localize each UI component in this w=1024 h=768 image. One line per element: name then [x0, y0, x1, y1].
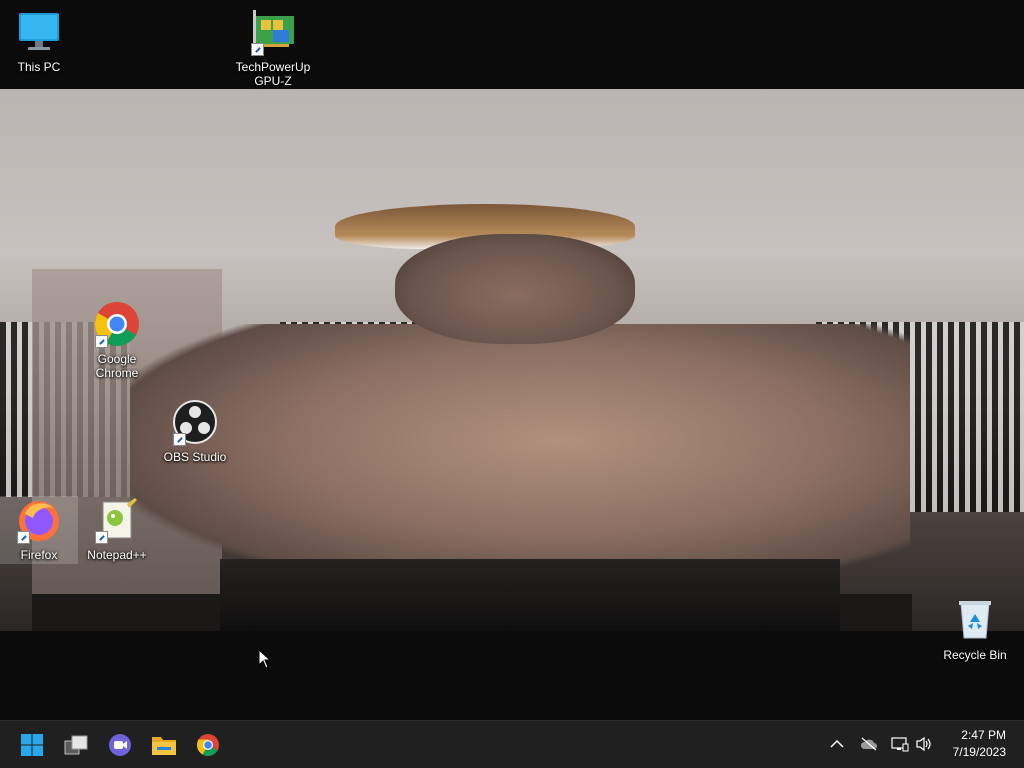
gpu-card-icon	[249, 8, 297, 56]
start-button[interactable]	[12, 725, 52, 765]
onedrive-tray-button[interactable]	[858, 733, 880, 755]
clock-date: 7/19/2023	[952, 745, 1006, 759]
icon-label-line2: Chrome	[95, 366, 139, 380]
icon-label: This PC	[17, 60, 61, 74]
windows-logo-icon	[21, 734, 43, 756]
icon-label-line2: GPU-Z	[254, 74, 292, 88]
icon-label-line1: Google	[97, 352, 137, 366]
taskbar: 2:47 PM 7/19/2023	[0, 720, 1024, 768]
chrome-icon	[93, 300, 141, 348]
notepadpp-icon	[93, 496, 141, 544]
wallpaper-figure	[130, 324, 910, 584]
icon-label: Recycle Bin	[943, 648, 1007, 662]
recycle-bin-icon	[951, 596, 999, 644]
desktop-icon-gpuz[interactable]: TechPowerUp GPU-Z	[234, 8, 312, 88]
speaker-icon	[916, 736, 931, 752]
teams-chat-icon	[109, 734, 131, 756]
desktop-icon-notepadpp[interactable]: Notepad++	[78, 496, 156, 562]
network-icon	[891, 737, 909, 752]
cloud-offline-icon	[860, 737, 877, 751]
shortcut-arrow-icon	[95, 335, 108, 348]
folder-icon	[152, 737, 176, 755]
desktop-icon-this-pc[interactable]: This PC	[0, 8, 78, 74]
icon-label: OBS Studio	[163, 450, 227, 464]
desktop-icon-recycle-bin[interactable]: Recycle Bin	[936, 596, 1014, 662]
chrome-taskbar-button[interactable]	[188, 725, 228, 765]
taskbar-clock[interactable]: 2:47 PM 7/19/2023	[953, 727, 1006, 761]
clock-time: 2:47 PM	[961, 728, 1006, 742]
task-view-icon	[64, 735, 88, 755]
desktop-icon-chrome[interactable]: Google Chrome	[78, 300, 156, 380]
icon-label: Firefox	[20, 548, 58, 562]
shortcut-arrow-icon	[173, 433, 186, 446]
network-tray-button[interactable]	[889, 733, 911, 755]
wallpaper-pants	[220, 559, 840, 631]
icon-label-line1: TechPowerUp	[235, 60, 311, 74]
show-hidden-icons-button[interactable]	[826, 733, 848, 755]
desktop-icon-firefox[interactable]: Firefox	[0, 496, 78, 564]
file-explorer-button[interactable]	[144, 725, 184, 765]
obs-icon	[171, 398, 219, 446]
volume-tray-button[interactable]	[913, 733, 935, 755]
monitor-icon	[15, 8, 63, 56]
mouse-cursor-icon	[258, 649, 272, 669]
chrome-icon	[197, 734, 219, 756]
icon-label: Notepad++	[87, 548, 147, 562]
firefox-icon	[15, 496, 63, 544]
task-view-button[interactable]	[56, 725, 96, 765]
wallpaper-head	[395, 234, 635, 344]
shortcut-arrow-icon	[95, 531, 108, 544]
shortcut-arrow-icon	[251, 43, 264, 56]
chat-button[interactable]	[100, 725, 140, 765]
shortcut-arrow-icon	[17, 531, 30, 544]
desktop-icon-obs[interactable]: OBS Studio	[156, 398, 234, 464]
chevron-up-icon	[830, 739, 844, 748]
